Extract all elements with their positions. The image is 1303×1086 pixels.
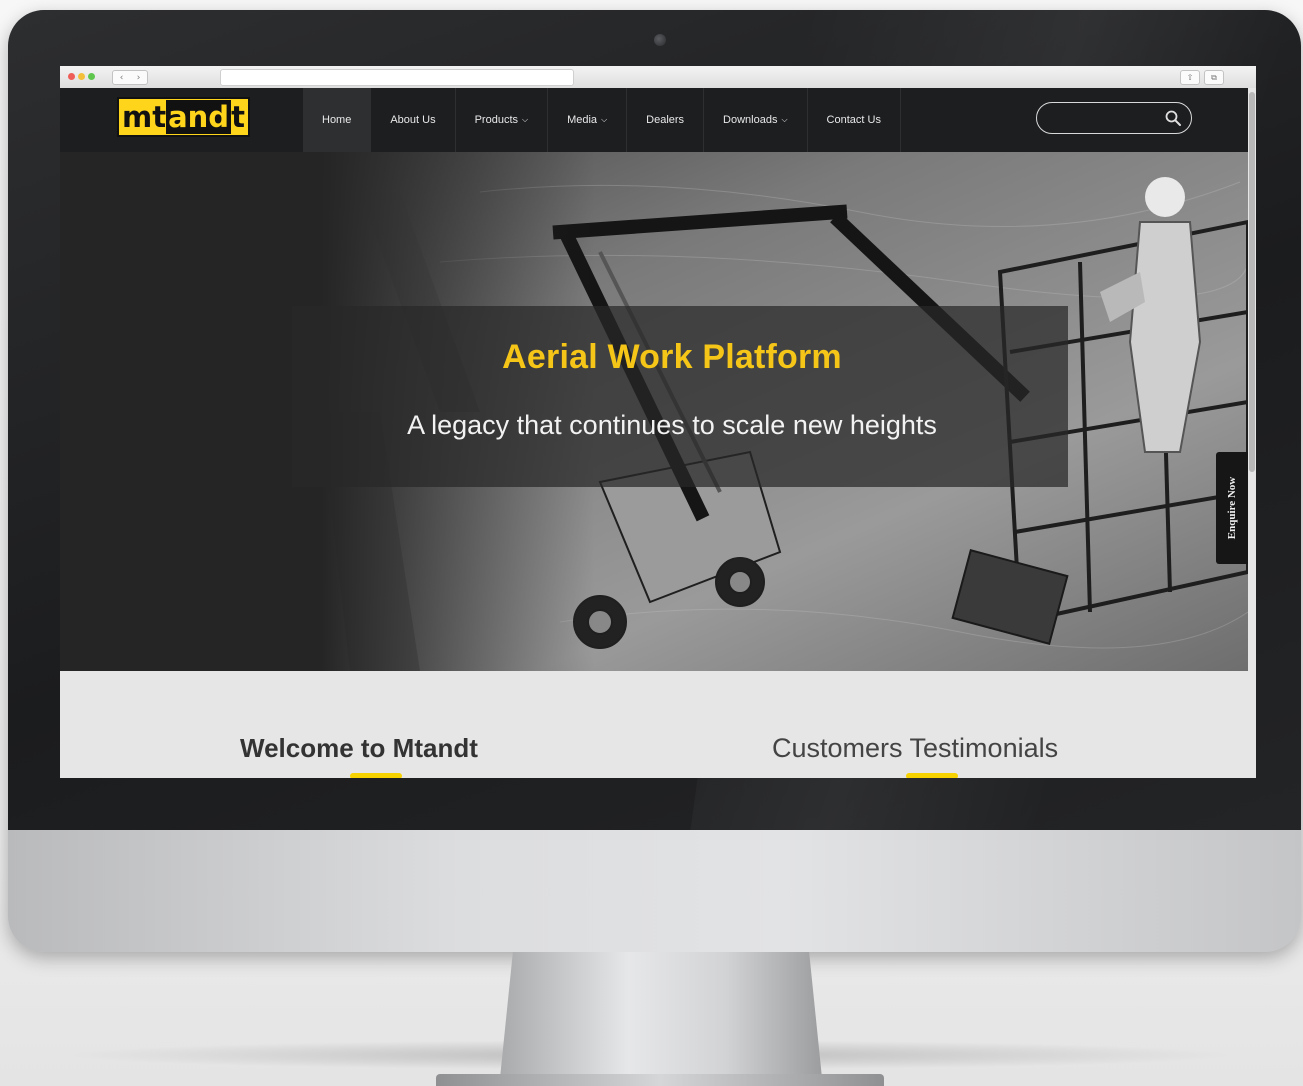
monitor-stand-base xyxy=(436,1074,884,1086)
logo-text-part: and xyxy=(166,100,232,134)
page-scrollbar[interactable] xyxy=(1248,88,1256,778)
site-logo[interactable]: mt and t xyxy=(117,97,250,137)
nav-item-label: Downloads xyxy=(723,114,778,126)
hero-subtitle: A legacy that continues to scale new hei… xyxy=(407,410,937,440)
scrollbar-thumb[interactable] xyxy=(1249,92,1255,472)
nav-item-label: Media xyxy=(567,114,598,126)
enquire-now-label: Enquire Now xyxy=(1226,476,1239,540)
monitor-chin xyxy=(8,830,1301,952)
nav-item-label: Contact Us xyxy=(826,114,881,126)
browser-back-forward[interactable]: ‹ › xyxy=(112,70,148,85)
welcome-heading: Welcome to Mtandt xyxy=(240,733,478,763)
browser-toolbar: ‹ › ⇧ ⧉ xyxy=(60,66,1256,89)
nav-item-about-us[interactable]: About Us xyxy=(371,88,456,152)
welcome-heading-underline xyxy=(350,773,402,778)
nav-item-products[interactable]: Products ⌵ xyxy=(456,88,549,152)
chevron-down-icon: ⌵ xyxy=(781,115,788,124)
close-window-icon[interactable] xyxy=(68,73,75,80)
testimonials-heading: Customers Testimonials xyxy=(772,733,1059,763)
nav-item-dealers[interactable]: Dealers xyxy=(627,88,705,152)
nav-item-media[interactable]: Media ⌵ xyxy=(548,88,628,152)
camera-icon xyxy=(654,34,666,46)
nav-item-label: Products xyxy=(474,114,519,126)
nav-item-label: Home xyxy=(322,114,352,126)
chevron-down-icon: ⌵ xyxy=(522,115,529,124)
nav-item-home[interactable]: Home xyxy=(303,88,372,152)
main-nav: Home About Us Products ⌵ Media ⌵ Dealers… xyxy=(303,88,901,152)
nav-item-downloads[interactable]: Downloads ⌵ xyxy=(704,88,808,152)
hero-caption-band xyxy=(292,306,1068,487)
nav-item-contact-us[interactable]: Contact Us xyxy=(808,88,901,152)
site-header: mt and t Home About Us Products ⌵ Media ⌵ … xyxy=(60,88,1248,152)
chevron-down-icon: ⌵ xyxy=(601,115,608,124)
search-box[interactable] xyxy=(1036,102,1192,134)
share-icon[interactable]: ⇧ xyxy=(1180,70,1200,85)
browser-window: ‹ › ⇧ ⧉ mt and t Home About Us Products ⌵ … xyxy=(60,66,1256,778)
forward-arrow-icon[interactable]: › xyxy=(137,73,141,83)
testimonials-heading-underline xyxy=(906,773,958,778)
back-arrow-icon[interactable]: ‹ xyxy=(120,73,124,83)
search-input[interactable] xyxy=(1049,108,1163,130)
nav-item-label: About Us xyxy=(390,114,436,126)
monitor-stand xyxy=(500,952,822,1078)
enquire-now-button[interactable]: Enquire Now xyxy=(1216,452,1248,564)
maximize-window-icon[interactable] xyxy=(88,73,95,80)
address-bar[interactable] xyxy=(220,69,574,86)
logo-text-part: t xyxy=(231,100,245,134)
nav-item-label: Dealers xyxy=(646,114,685,126)
hero-title: Aerial Work Platform xyxy=(502,338,842,376)
logo-text-part: mt xyxy=(122,100,167,134)
hero-slider: Aerial Work Platform A legacy that conti… xyxy=(60,152,1248,671)
search-icon[interactable] xyxy=(1165,110,1181,126)
minimize-window-icon[interactable] xyxy=(78,73,85,80)
new-tab-icon[interactable]: ⧉ xyxy=(1204,70,1224,85)
content-section: Welcome to Mtandt Customers Testimonials xyxy=(60,671,1248,778)
